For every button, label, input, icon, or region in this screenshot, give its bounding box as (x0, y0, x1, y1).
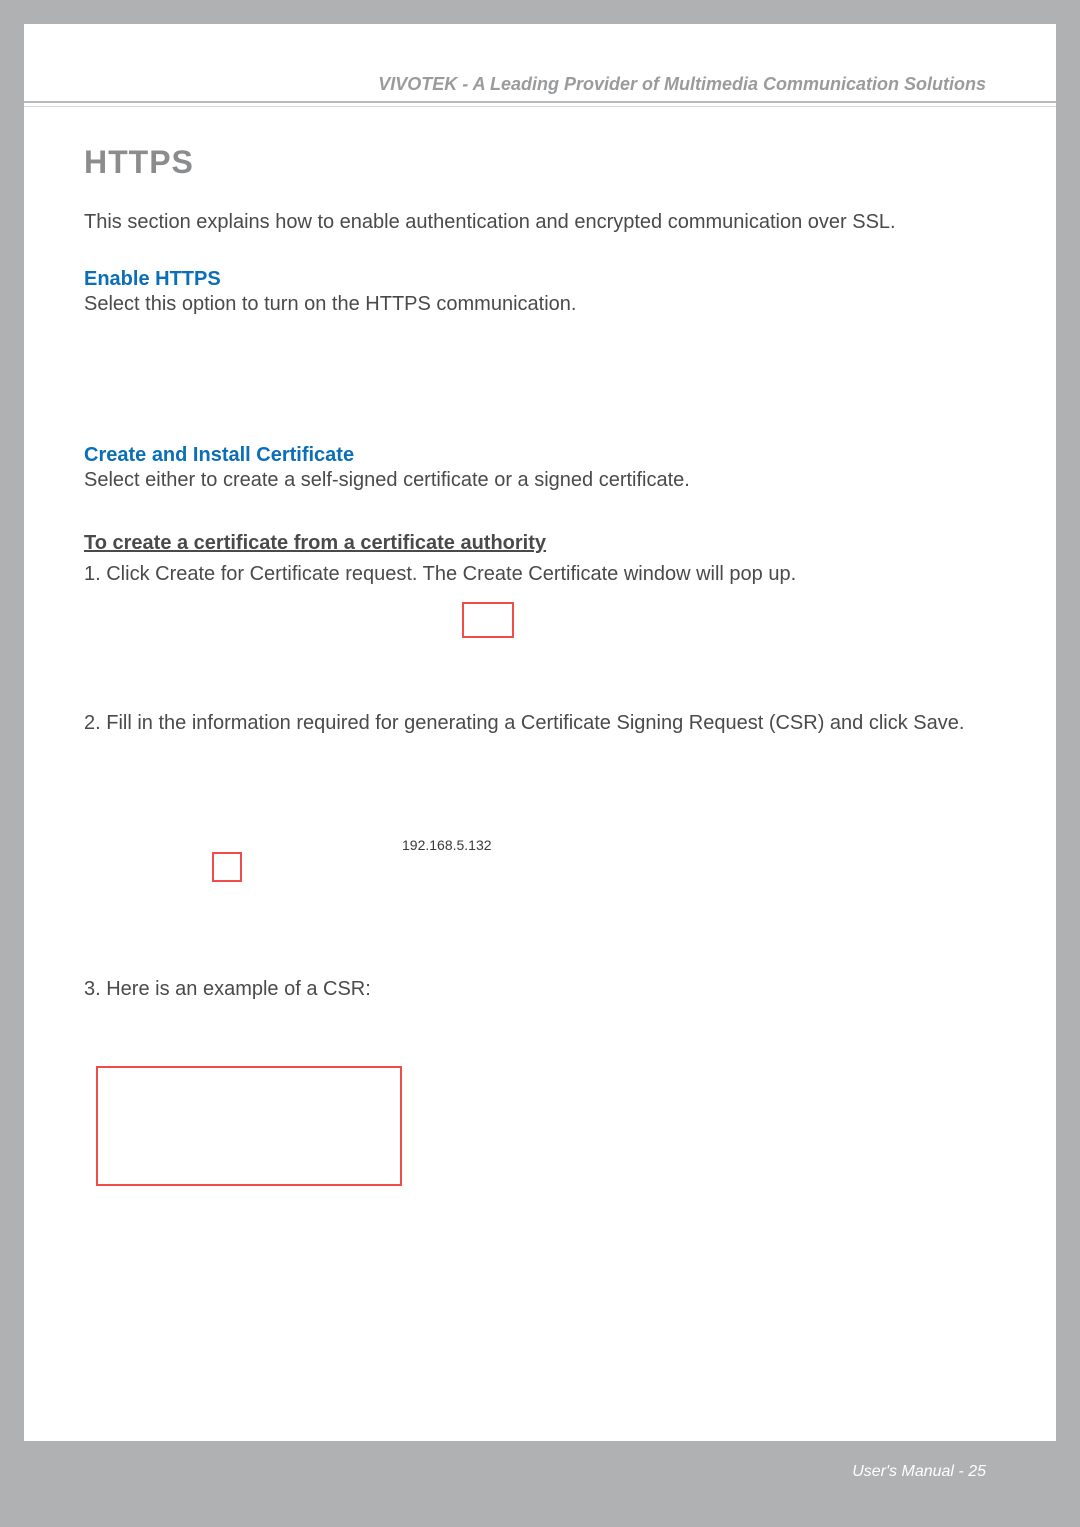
header-rule-thin (24, 106, 1056, 107)
header-brand-text: VIVOTEK - A Leading Provider of Multimed… (378, 74, 986, 95)
create-install-heading: Create and Install Certificate (84, 444, 994, 467)
section-intro: This section explains how to enable auth… (84, 209, 994, 236)
page-header: VIVOTEK - A Leading Provider of Multimed… (24, 24, 1056, 104)
ip-address-text: 192.168.5.132 (402, 837, 492, 853)
ca-step-2: 2. Fill in the information required for … (84, 712, 1004, 735)
ca-heading: To create a certificate from a certifica… (84, 532, 994, 555)
footer-label: User's Manual - 25 (852, 1463, 986, 1481)
create-install-desc: Select either to create a self-signed ce… (84, 469, 994, 492)
footer-manual-label: User's Manual - (852, 1463, 968, 1480)
highlight-box-2 (212, 852, 242, 882)
header-rule-thick (24, 101, 1056, 103)
section-title: HTTPS (84, 144, 994, 181)
ca-step-3: 3. Here is an example of a CSR: (84, 978, 371, 1001)
footer-page-number: 25 (968, 1463, 986, 1480)
ca-step-1: 1. Click Create for Certificate request.… (84, 563, 994, 586)
enable-https-heading: Enable HTTPS (84, 268, 994, 291)
enable-https-desc: Select this option to turn on the HTTPS … (84, 293, 994, 316)
highlight-box-1 (462, 602, 514, 638)
document-page: VIVOTEK - A Leading Provider of Multimed… (24, 24, 1056, 1503)
highlight-box-3 (96, 1066, 402, 1186)
content-area: HTTPS This section explains how to enabl… (84, 144, 994, 586)
page-footer: User's Manual - 25 (24, 1441, 1056, 1503)
